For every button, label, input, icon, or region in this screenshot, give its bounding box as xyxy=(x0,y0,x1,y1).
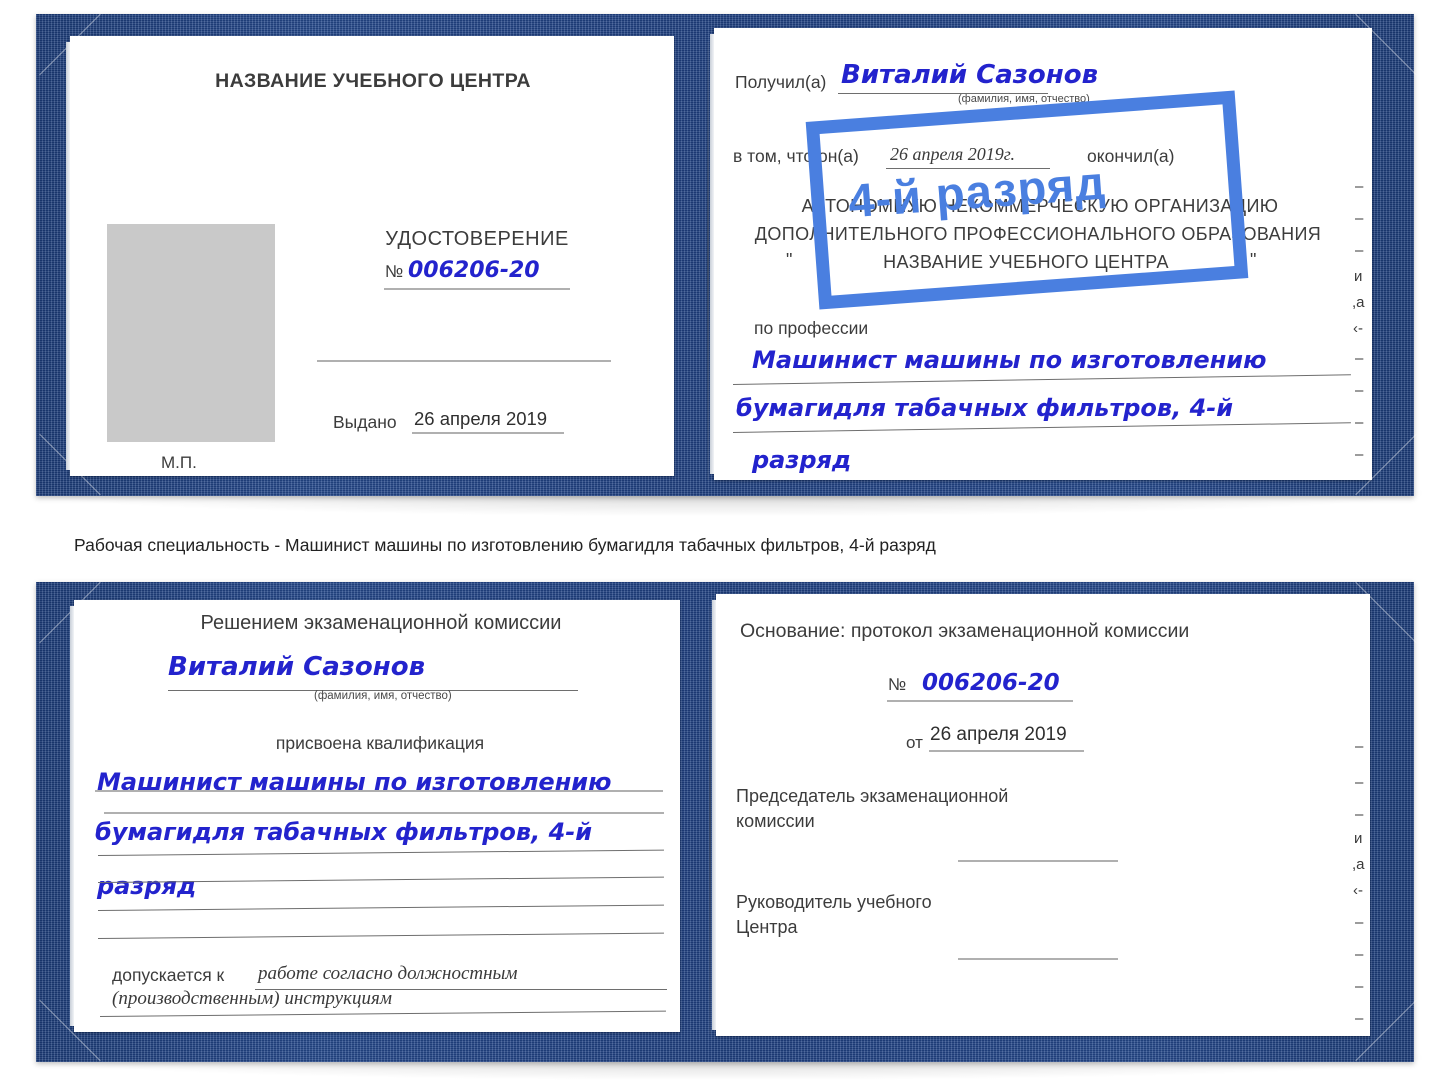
page-caption: Рабочая специальность - Машинист машины … xyxy=(74,535,936,555)
top-book-spine xyxy=(707,42,709,480)
edge-glyph-t-7: – xyxy=(1355,382,1364,399)
admitted-value-line-1: работе согласно должностным xyxy=(258,963,518,984)
chairman-label-line-2: комиссии xyxy=(736,811,815,831)
received-label: Получил(а) xyxy=(735,72,827,92)
issued-label: Выдано xyxy=(333,412,397,432)
organization-quote-open: " xyxy=(786,250,793,270)
edge-glyph-t-2: – xyxy=(1355,242,1364,259)
qualification-rule-1 xyxy=(95,790,663,792)
edge-glyph-t-8: – xyxy=(1355,414,1364,431)
edge-glyph-b-7: – xyxy=(1355,946,1364,963)
admitted-label: допускается к xyxy=(112,965,225,985)
profession-label: по профессии xyxy=(754,318,869,338)
bottom-date-label: от xyxy=(906,733,923,752)
bottom-number-rule xyxy=(887,700,1073,702)
bottom-number-symbol: № xyxy=(888,675,907,694)
certificate-number-value: 006206-20 xyxy=(408,258,540,283)
bottom-book-spine xyxy=(709,606,711,1034)
organization-quote-close: " xyxy=(1250,250,1257,270)
qualification-line-2: бумагидля табачных фильтров, 4-й xyxy=(95,818,593,846)
edge-glyph-b-9: – xyxy=(1355,1010,1364,1027)
blank-rule-left-page xyxy=(317,360,611,362)
edge-glyph-b-3: и xyxy=(1354,830,1363,847)
profession-line-3: разряд xyxy=(752,446,852,474)
admitted-value-line-2: (производственным) инструкциям xyxy=(112,988,392,1009)
training-center-title: НАЗВАНИЕ УЧЕБНОГО ЦЕНТРА xyxy=(215,70,531,92)
seal-label: М.П. xyxy=(161,453,197,472)
issued-rule xyxy=(412,432,564,434)
edge-glyph-b-1: – xyxy=(1355,774,1364,791)
edge-glyph-t-9: – xyxy=(1355,446,1364,463)
fio-hint-bottom: (фамилия, имя, отчество) xyxy=(314,690,452,702)
qualification-line-3: разряд xyxy=(97,872,197,900)
head-label-line-1: Руководитель учебного xyxy=(736,892,932,912)
edge-glyph-b-2: – xyxy=(1355,806,1364,823)
edge-glyph-b-8: – xyxy=(1355,978,1364,995)
chairman-signature-rule xyxy=(958,860,1118,862)
edge-glyph-b-5: ‹- xyxy=(1353,882,1363,899)
basis-label: Основание: протокол экзаменационной коми… xyxy=(740,620,1190,642)
edge-glyph-t-1: – xyxy=(1355,210,1364,227)
head-signature-rule xyxy=(958,958,1118,960)
photo-placeholder xyxy=(107,224,275,442)
edge-glyph-t-6: – xyxy=(1355,350,1364,367)
edge-glyph-b-4: ,а xyxy=(1352,856,1365,873)
bottom-date-rule xyxy=(929,750,1084,752)
bottom-name-value: Виталий Сазонов xyxy=(168,652,426,682)
edge-glyph-t-5: ‹- xyxy=(1353,320,1363,337)
qualification-rule-2 xyxy=(104,812,664,814)
chairman-label-line-1: Председатель экзаменационной xyxy=(736,786,1009,806)
head-label-line-2: Центра xyxy=(736,917,798,937)
certificate-number-symbol: № xyxy=(385,262,404,281)
profession-line-1: Машинист машины по изготовлению xyxy=(752,346,1267,374)
edge-glyph-b-6: – xyxy=(1355,914,1364,931)
bottom-date-value: 26 апреля 2019 xyxy=(930,724,1067,745)
document-title: УДОСТОВЕРЕНИЕ xyxy=(385,228,569,250)
qualification-label: присвоена квалификация xyxy=(275,733,485,753)
commission-decision-heading: Решением экзаменационной комиссии xyxy=(200,612,562,634)
edge-glyph-b-0: – xyxy=(1355,738,1364,755)
profession-line-2: бумагидля табачных фильтров, 4-й xyxy=(736,394,1234,422)
certificate-number-rule xyxy=(384,288,570,290)
issued-value: 26 апреля 2019 xyxy=(414,408,548,429)
edge-glyph-t-3: и xyxy=(1354,268,1363,285)
bottom-number-value: 006206-20 xyxy=(922,670,1060,696)
edge-glyph-t-0: – xyxy=(1355,178,1364,195)
edge-glyph-t-4: ,а xyxy=(1352,294,1365,311)
received-name-value: Виталий Сазонов xyxy=(841,60,1099,90)
